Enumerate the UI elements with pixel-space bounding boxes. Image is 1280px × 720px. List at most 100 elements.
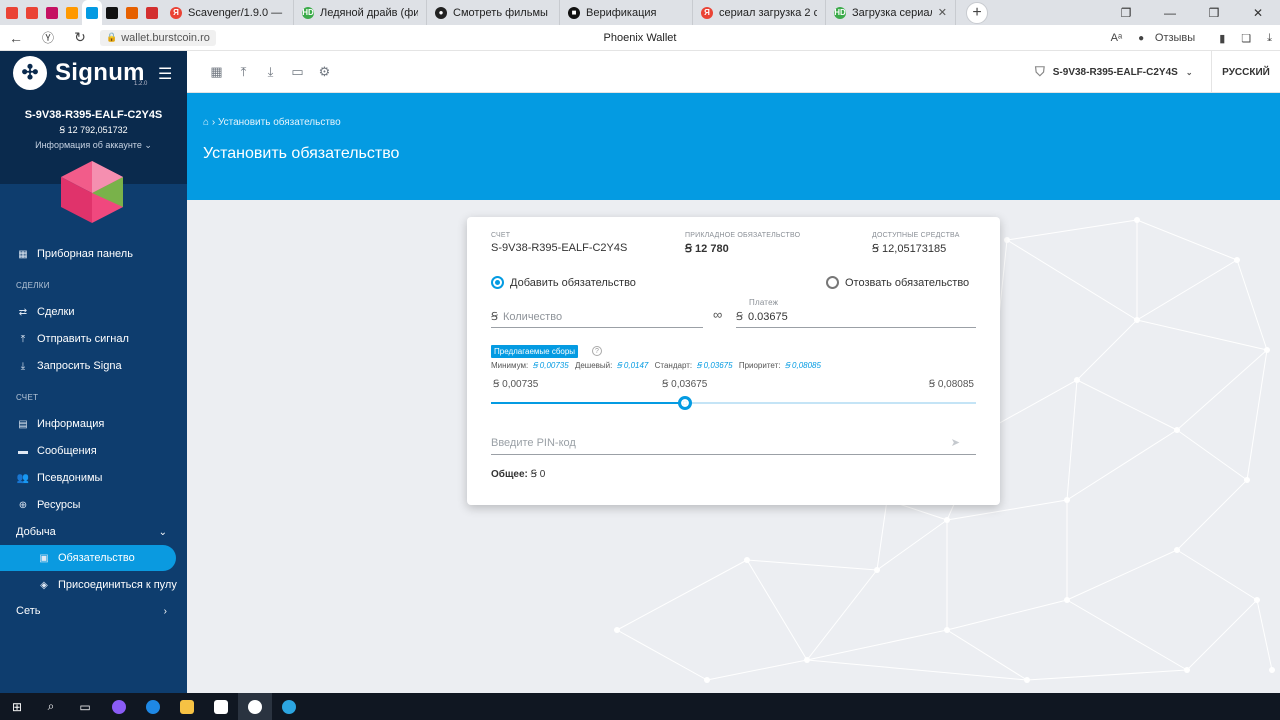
search-icon[interactable]: ⌕ xyxy=(34,693,68,720)
close-window-icon[interactable]: ✕ xyxy=(1236,0,1280,25)
alice-icon[interactable] xyxy=(102,693,136,720)
sidebar-item-join-pool[interactable]: ◈ Присоединиться к пулу xyxy=(0,572,187,598)
back-button[interactable]: ← xyxy=(0,25,32,51)
store-icon[interactable] xyxy=(204,693,238,720)
minimize-icon[interactable]: — xyxy=(1148,0,1192,25)
info-icon: ▤ xyxy=(18,418,28,430)
browser-tab[interactable]: Я Scavenger/1.9.0 — Яндекс xyxy=(162,0,294,25)
url-field[interactable]: 🔒 wallet.burstcoin.ro xyxy=(100,29,216,46)
sidebar-item-send[interactable]: ⤒ Отправить сигнал xyxy=(0,326,187,352)
pinned-tab-gmail[interactable] xyxy=(22,0,42,25)
dashboard-icon: ▦ xyxy=(18,248,28,260)
start-icon[interactable]: ⊞ xyxy=(0,693,34,720)
logo[interactable]: ✣ Signum xyxy=(13,56,145,90)
fee-priority-label: Приоритет: xyxy=(738,361,781,370)
available-funds-label: Доступные средства xyxy=(872,232,960,239)
network-node xyxy=(804,657,810,663)
sidebar-item-label: Обязательство xyxy=(58,552,135,564)
fee-input[interactable] xyxy=(747,310,948,323)
logo-text: Signum xyxy=(55,59,145,86)
network-line xyxy=(1026,669,1188,681)
yandex-icon[interactable]: Ⓨ xyxy=(32,25,64,51)
browser-tab[interactable]: Ясериал загрузка 2 сезон с xyxy=(693,0,826,25)
upload-icon[interactable]: ⤒ xyxy=(230,64,257,80)
sidebar-item-label: Информация xyxy=(37,418,105,430)
available-funds-value: Ꞩ 12,05173185 xyxy=(872,243,947,255)
new-tab-button[interactable]: + xyxy=(966,1,988,24)
blacktab-icon xyxy=(106,6,118,19)
messages-icon: ▬ xyxy=(18,445,28,457)
fee-slider-fill xyxy=(491,402,685,404)
pinned-tab-news[interactable] xyxy=(142,0,162,25)
pinned-tab-amazon[interactable] xyxy=(62,0,82,25)
browser-tab[interactable]: ■ Верификация xyxy=(560,0,693,25)
commitment-card: Счет S-9V38-R395-EALF-C2Y4S Прикладное о… xyxy=(467,217,1000,505)
assets-icon: ⊕ xyxy=(18,499,28,511)
reviews-label: Отзывы xyxy=(1154,32,1196,44)
network-line xyxy=(876,499,888,571)
sidebar-item-aliases[interactable]: 👥 Псевдонимы xyxy=(0,465,187,491)
browser-tab[interactable]: HD Ледяной драйв (фильм 20 xyxy=(294,0,427,25)
settings-icon[interactable]: ⚙ xyxy=(311,64,338,80)
favicon-icon: ■ xyxy=(568,6,580,19)
pinned-tab-gmail[interactable] xyxy=(2,0,22,25)
language-selector[interactable]: РУССКИЙ xyxy=(1211,51,1280,93)
fee-slider-thumb[interactable] xyxy=(678,396,692,410)
restore-icon[interactable]: ❒ xyxy=(1192,0,1236,25)
sidebar-item-messages[interactable]: ▬ Сообщения xyxy=(0,438,187,464)
tabs-overview-icon[interactable]: ❐ xyxy=(1104,0,1148,25)
radio-revoke-commitment[interactable]: Отозвать обязательство xyxy=(826,276,969,289)
pinned-tab-fox[interactable] xyxy=(122,0,142,25)
applied-commitment-value: Ꞩ 12 780 xyxy=(685,243,729,255)
download-browser-icon[interactable]: ⤓ xyxy=(1267,32,1272,45)
app-header: ▦ ⤒ ⤓ ▭ ⚙ ⛉ S-9V38-R395-EALF-C2Y4S ⌄ РУС… xyxy=(187,51,1280,93)
close-tab-icon[interactable]: ✕ xyxy=(938,6,947,19)
fee-cheap-link[interactable]: Ꞩ 0,0147 xyxy=(617,361,649,370)
menu-toggle-icon[interactable]: ☰ xyxy=(158,64,172,84)
radio-add-commitment[interactable]: Добавить обязательство xyxy=(491,276,636,289)
browser-tab[interactable]: ● Смотреть фильмы 2021 го xyxy=(427,0,560,25)
sidebar-item-assets[interactable]: ⊕ Ресурсы xyxy=(0,492,187,518)
amount-input[interactable] xyxy=(502,310,703,323)
reviews-button[interactable]: ● Отзывы xyxy=(1138,32,1203,44)
edge-icon[interactable] xyxy=(136,693,170,720)
fee-slider-track[interactable] xyxy=(491,402,976,404)
sidebar-item-transactions[interactable]: ⇄ Сделки xyxy=(0,299,187,325)
message-icon[interactable]: ▭ xyxy=(284,64,311,80)
collections-icon[interactable]: ❏ xyxy=(1241,32,1251,45)
sidebar-item-dashboard[interactable]: ▦ Приборная панель xyxy=(0,241,187,267)
sidebar-item-info[interactable]: ▤ Информация xyxy=(0,411,187,437)
help-icon[interactable]: ? xyxy=(592,346,602,356)
header-account-id: S-9V38-R395-EALF-C2Y4S xyxy=(1052,66,1178,78)
bookmark-icon[interactable]: ▮ xyxy=(1219,32,1225,45)
yandex-browser-icon[interactable] xyxy=(238,693,272,720)
network-line xyxy=(1176,479,1248,551)
account-info-toggle[interactable]: Информация об аккаунте ⌄ xyxy=(0,140,187,151)
sidebar-item-mining[interactable]: Добыча ⌄ xyxy=(0,519,187,545)
sidebar-item-request[interactable]: ⤓ Запросить Signa xyxy=(0,353,187,379)
translate-icon[interactable]: Aᵃ xyxy=(1111,32,1122,44)
browser-tab[interactable]: HD Загрузка сериал (20 ✕ xyxy=(826,0,956,25)
favicon-icon: Я xyxy=(701,6,713,19)
fee-priority-link[interactable]: Ꞩ 0,08085 xyxy=(785,361,821,370)
infinity-icon[interactable]: ∞ xyxy=(713,307,722,322)
sidebar-item-network[interactable]: Сеть › xyxy=(0,598,187,624)
task-view-icon[interactable]: ▭ xyxy=(68,693,102,720)
home-icon[interactable]: ⌂ xyxy=(203,117,209,128)
send-icon[interactable]: ➤ xyxy=(951,436,960,449)
header-account-selector[interactable]: ⛉ S-9V38-R395-EALF-C2Y4S ⌄ xyxy=(1035,51,1193,93)
pinned-tab-media[interactable] xyxy=(42,0,62,25)
download-icon[interactable]: ⤓ xyxy=(257,64,284,80)
fee-min-link[interactable]: Ꞩ 0,00735 xyxy=(532,361,568,370)
pinned-tab-blacktab[interactable] xyxy=(102,0,122,25)
reload-button[interactable]: ↻ xyxy=(64,25,96,51)
browser-tab-title: Верификация xyxy=(586,6,657,19)
telegram-icon[interactable] xyxy=(272,693,306,720)
sidebar-item-commitment[interactable]: ▣ Обязательство xyxy=(0,545,176,571)
pin-input[interactable] xyxy=(491,436,931,449)
explorer-icon[interactable] xyxy=(170,693,204,720)
sidebar-item-label: Сообщения xyxy=(37,445,97,457)
grid-icon[interactable]: ▦ xyxy=(203,64,230,80)
pinned-tab-phoenix[interactable] xyxy=(82,0,102,25)
fee-standard-link[interactable]: Ꞩ 0,03675 xyxy=(696,361,732,370)
